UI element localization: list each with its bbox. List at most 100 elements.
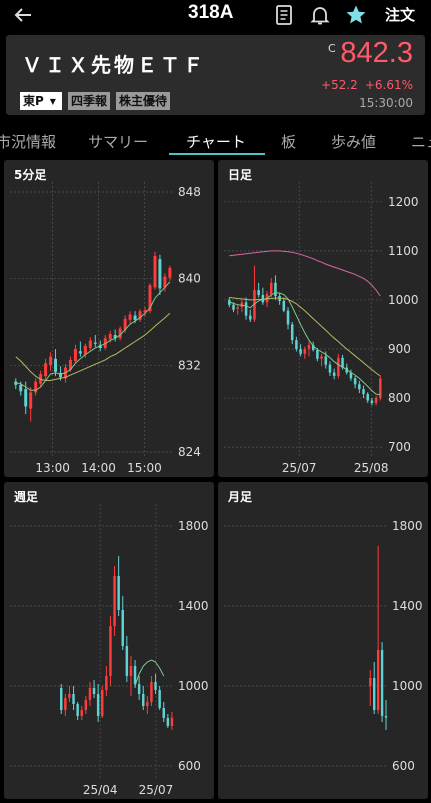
stock-name: ＶＩＸ先物ＥＴＦ xyxy=(22,53,206,77)
tab-bar: 市況情報 サマリー チャート 板 歩み値 ニュ xyxy=(0,125,431,155)
y-tick-label: 1400 xyxy=(392,599,423,613)
y-tick-label: 832 xyxy=(178,358,201,372)
current-price: 842.3 xyxy=(340,37,413,69)
candle-up xyxy=(109,626,112,676)
candle-down xyxy=(60,688,63,710)
moving-average-line xyxy=(229,250,381,297)
candle-down xyxy=(257,290,260,296)
candle-down xyxy=(324,356,328,365)
candle-up xyxy=(88,688,92,700)
x-tick-label: 14:00 xyxy=(81,461,116,475)
active-tab-indicator xyxy=(169,153,265,155)
candle-up xyxy=(29,392,33,409)
candle-up xyxy=(108,333,112,340)
candle-down xyxy=(72,694,75,704)
candle-down xyxy=(158,690,161,708)
y-tick-label: 600 xyxy=(178,759,201,773)
stock-header: ＶＩＸ先物ＥＴＦ 東P ▼ 四季報 株主優待 C 842.3 +52.2 +6.61… xyxy=(6,35,425,115)
candle-down xyxy=(384,716,388,718)
candle-up xyxy=(374,398,378,403)
moving-average-line xyxy=(15,312,171,381)
y-tick-label: 1100 xyxy=(388,244,419,258)
x-tick-label: 25/08 xyxy=(354,461,389,475)
candle-down xyxy=(76,704,79,716)
candle-up xyxy=(113,576,116,626)
candle-up xyxy=(44,363,48,377)
chart-canvas: 848 840 832 824 13:00 14:00 15:00 xyxy=(10,182,201,475)
x-tick-label: 13:00 xyxy=(35,461,70,475)
candle-down xyxy=(166,718,170,726)
y-tick-label: 1400 xyxy=(178,599,209,613)
candle-down xyxy=(316,349,319,359)
candle-down xyxy=(366,394,369,401)
close-price-mark: C xyxy=(328,42,336,55)
chart-5min[interactable]: 5分足 848 840 832 824 13:00 14:00 15:00 xyxy=(4,160,214,477)
caret-down-icon: ▼ xyxy=(49,97,56,106)
candle-down xyxy=(121,610,124,646)
moving-average-line xyxy=(15,281,171,391)
candle-down xyxy=(158,259,162,289)
star-favorite-icon[interactable] xyxy=(344,3,368,27)
candle-down xyxy=(328,364,332,373)
y-tick-label: 600 xyxy=(392,759,415,773)
candle-down xyxy=(78,351,82,354)
candle-down xyxy=(261,295,265,303)
order-button[interactable]: 注文 xyxy=(385,4,415,25)
tab-order-book[interactable]: 板 xyxy=(281,131,296,152)
candle-down xyxy=(244,302,248,316)
candle-down xyxy=(24,389,28,407)
tab-chart[interactable]: チャート xyxy=(186,131,246,152)
change-value: +52.2 xyxy=(321,78,358,92)
candle-down xyxy=(249,315,252,320)
x-tick-label: 25/07 xyxy=(282,461,317,475)
update-time: 15:30:00 xyxy=(359,96,413,110)
chart-canvas: 1200 1100 1000 900 800 700 25/07 25/08 xyxy=(224,182,419,475)
candle-up xyxy=(153,255,157,288)
y-tick-label: 1200 xyxy=(388,195,419,209)
candle-down xyxy=(353,378,357,385)
y-tick-label: 824 xyxy=(178,445,201,459)
candle-up xyxy=(73,349,77,361)
chart-daily[interactable]: 日足 1200 1100 1000 900 800 700 25/07 25/08 xyxy=(218,160,428,477)
candle-down xyxy=(92,688,96,694)
candle-up xyxy=(68,694,71,698)
candle-down xyxy=(137,684,141,694)
chart-canvas: 1800 1400 1000 600 25/04 25/07 xyxy=(10,504,209,797)
candle-up xyxy=(269,282,273,295)
candle-down xyxy=(133,315,137,320)
back-arrow-icon[interactable] xyxy=(11,3,35,27)
bell-icon[interactable] xyxy=(308,3,332,27)
candle-down xyxy=(380,650,384,716)
candle-down xyxy=(133,666,137,684)
document-icon[interactable] xyxy=(272,3,296,27)
candle-up xyxy=(88,340,92,348)
y-tick-label: 800 xyxy=(388,391,411,405)
candle-down xyxy=(162,708,165,718)
candle-down xyxy=(290,324,294,341)
change-percent: +6.61% xyxy=(364,78,413,92)
candle-down xyxy=(282,300,286,311)
tab-news[interactable]: ニュ xyxy=(411,131,431,152)
candle-up xyxy=(84,700,88,710)
candle-down xyxy=(286,310,290,325)
tab-time-and-sales[interactable]: 歩み値 xyxy=(331,131,376,152)
market-selector[interactable]: 東P ▼ xyxy=(20,92,62,110)
shareholder-benefit-badge[interactable]: 株主優待 xyxy=(115,92,170,110)
stock-code: 318A xyxy=(188,2,234,23)
shikiho-badge[interactable]: 四季報 xyxy=(67,92,110,110)
candle-up xyxy=(379,378,382,399)
candle-down xyxy=(125,646,129,676)
candle-up xyxy=(150,682,153,702)
moving-average-line xyxy=(229,292,381,396)
y-tick-label: 1000 xyxy=(388,293,419,307)
tab-summary[interactable]: サマリー xyxy=(88,131,148,152)
chart-weekly[interactable]: 週足 1800 1400 1000 600 25/04 25/07 xyxy=(4,482,214,799)
tab-market-info[interactable]: 市況情報 xyxy=(0,131,56,152)
candle-down xyxy=(373,678,376,710)
candle-up xyxy=(34,381,38,393)
candle-down xyxy=(370,400,374,403)
candle-up xyxy=(146,702,149,706)
candle-up xyxy=(101,690,104,716)
chart-monthly[interactable]: 月足 1800 1400 1000 600 xyxy=(218,482,428,799)
x-tick-label: 25/07 xyxy=(139,783,174,797)
